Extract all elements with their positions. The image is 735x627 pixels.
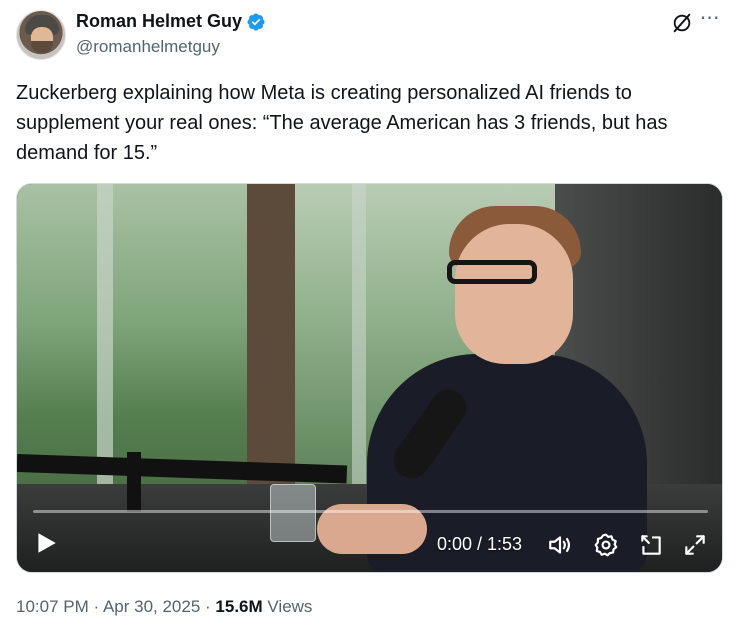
tweet-header: Roman Helmet Guy @romanhelmetguy ⋯ (16, 8, 721, 62)
video-person-head (455, 224, 573, 364)
tweet-date[interactable]: Apr 30, 2025 (103, 597, 200, 616)
author-display-name[interactable]: Roman Helmet Guy (76, 11, 242, 32)
video-mic-stand (127, 452, 141, 512)
meta-separator: · (200, 597, 216, 616)
fullscreen-icon[interactable] (682, 532, 708, 558)
video-progress-bar[interactable] (33, 510, 708, 513)
picture-in-picture-icon[interactable] (638, 532, 664, 558)
tweet-meta: 10:07 PM · Apr 30, 2025 · 15.6M Views (16, 597, 312, 617)
video-player[interactable]: 0:00 / 1:53 (16, 183, 723, 573)
verified-badge-icon (247, 12, 265, 31)
avatar-beard (31, 41, 53, 53)
views-count[interactable]: 15.6M (215, 597, 262, 616)
avatar[interactable] (16, 10, 66, 60)
author-handle[interactable]: @romanhelmetguy (76, 37, 220, 57)
author-name-row: Roman Helmet Guy (76, 11, 266, 32)
play-icon[interactable] (33, 530, 59, 556)
views-label: Views (262, 597, 313, 616)
meta-separator: · (88, 597, 103, 616)
video-water-glass (270, 484, 316, 542)
settings-icon[interactable] (593, 532, 619, 558)
video-time-display: 0:00 / 1:53 (437, 534, 523, 554)
video-person-glasses (447, 260, 537, 284)
more-options-icon[interactable]: ⋯ (699, 8, 721, 32)
volume-icon[interactable] (547, 532, 573, 558)
tweet-text: Zuckerberg explaining how Meta is creati… (16, 82, 668, 164)
tweet-time[interactable]: 10:07 PM (16, 597, 89, 616)
grok-icon[interactable] (671, 12, 693, 34)
